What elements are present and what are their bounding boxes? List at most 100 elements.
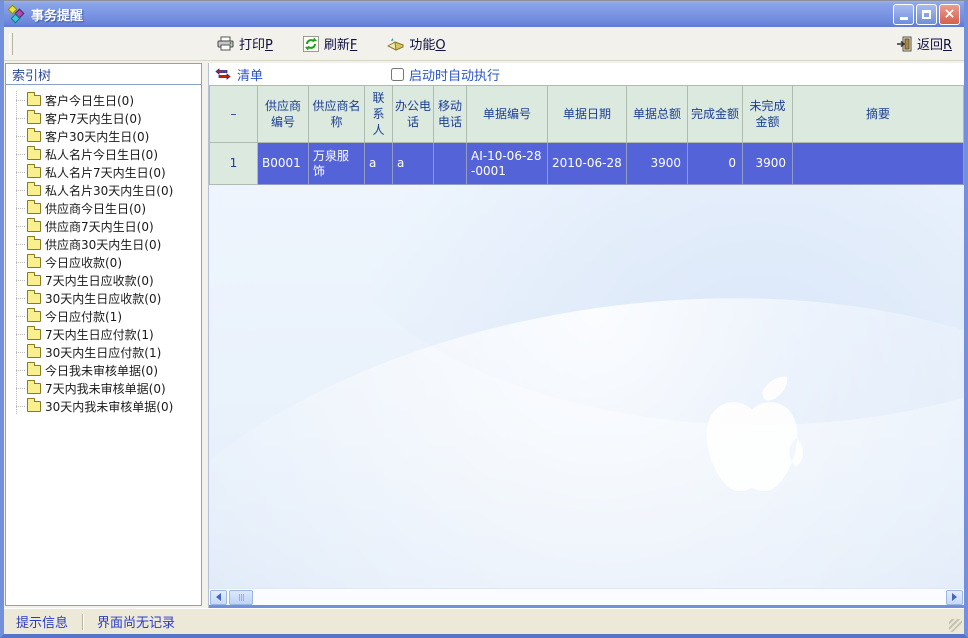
column-header-index[interactable]: – [210, 86, 258, 143]
column-header-supplier-code[interactable]: 供应商编号 [258, 86, 309, 143]
tree-item-receivable-today[interactable]: 今日应收款(0) [16, 253, 201, 271]
column-header-completed-amount[interactable]: 完成金额 [688, 86, 743, 143]
scroll-right-button[interactable] [946, 590, 963, 605]
scroll-left-button[interactable] [210, 590, 227, 605]
folder-icon [27, 239, 41, 250]
return-button[interactable]: 返回R [893, 31, 956, 56]
scrollbar-thumb[interactable] [229, 590, 253, 605]
minimize-icon [900, 17, 908, 20]
tree-item-label: 30天内生日应收款(0) [45, 290, 161, 307]
column-header-supplier-name[interactable]: 供应商名称 [309, 86, 365, 143]
table-row-selected[interactable]: 1 B0001 万泉服饰 a a AI-10-06-28-0001 2010-0… [210, 143, 964, 185]
print-button[interactable]: 打印P [213, 31, 277, 56]
tree-item-customer-today[interactable]: 客户今日生日(0) [16, 91, 201, 109]
list-label: 清单 [237, 65, 263, 84]
column-header-office-phone[interactable]: 办公电话 [393, 86, 434, 143]
folder-icon [27, 329, 41, 340]
tree-item-label: 私人名片7天内生日(0) [45, 164, 166, 181]
index-tree: 客户今日生日(0) 客户7天内生日(0) 客户30天内生日(0) 私人名片今日生… [5, 85, 202, 606]
tree-item-label: 今日应收款(0) [45, 254, 122, 271]
cell-uncompleted-amount: 3900 [743, 143, 793, 185]
list-header: 清单 启动时自动执行 [209, 63, 964, 85]
status-message: 界面尚无记录 [97, 612, 175, 631]
tree-item-payable-30d[interactable]: 30天内生日应付款(1) [16, 343, 201, 361]
toolbar: 打印P 刷新F 功能O [4, 27, 964, 61]
folder-icon [27, 131, 41, 142]
exit-door-icon [897, 36, 912, 52]
refresh-label: 刷新 [324, 38, 350, 53]
refresh-button[interactable]: 刷新F [299, 31, 362, 56]
app-icon [8, 5, 26, 23]
toolbar-gripper[interactable] [9, 33, 13, 55]
close-icon: × [944, 7, 956, 21]
tree-item-customer-7d[interactable]: 客户7天内生日(0) [16, 109, 201, 127]
tree-item-label: 今日我未审核单据(0) [45, 362, 158, 379]
main-panel: 清单 启动时自动执行 – 供应商编号 供应商名称 联系人 办公电话 [208, 63, 964, 608]
app-window: 事务提醒 × 打印P [0, 0, 968, 638]
tree-item-unaudited-today[interactable]: 今日我未审核单据(0) [16, 361, 201, 379]
tree-item-supplier-30d[interactable]: 供应商30天内生日(0) [16, 235, 201, 253]
folder-icon [27, 167, 41, 178]
tree-item-payable-7d[interactable]: 7天内生日应付款(1) [16, 325, 201, 343]
tree-item-label: 30天内生日应付款(1) [45, 344, 161, 361]
tree-item-unaudited-30d[interactable]: 30天内我未审核单据(0) [16, 397, 201, 415]
status-bar: 提示信息 界面尚无记录 [4, 608, 964, 634]
tree-item-receivable-30d[interactable]: 30天内生日应收款(0) [16, 289, 201, 307]
tree-item-contact-today[interactable]: 私人名片今日生日(0) [16, 145, 201, 163]
list-icon [215, 68, 231, 80]
print-accel: P [265, 38, 273, 53]
column-header-doc-date[interactable]: 单据日期 [548, 86, 627, 143]
tree-item-contact-7d[interactable]: 私人名片7天内生日(0) [16, 163, 201, 181]
maximize-icon [922, 10, 931, 19]
title-bar[interactable]: 事务提醒 × [4, 1, 964, 27]
folder-icon [27, 365, 41, 376]
refresh-accel: F [350, 38, 357, 53]
minimize-button[interactable] [893, 4, 914, 25]
tree-item-label: 供应商7天内生日(0) [45, 218, 154, 235]
return-label: 返回 [917, 38, 943, 53]
left-arrow-icon [216, 593, 221, 601]
tree-item-receivable-7d[interactable]: 7天内生日应收款(0) [16, 271, 201, 289]
tree-item-label: 7天内生日应收款(0) [45, 272, 154, 289]
column-header-mobile-phone[interactable]: 移动电话 [434, 86, 467, 143]
tree-item-label: 供应商30天内生日(0) [45, 236, 161, 253]
maximize-button[interactable] [916, 4, 937, 25]
tree-item-unaudited-7d[interactable]: 7天内我未审核单据(0) [16, 379, 201, 397]
cell-summary [793, 143, 964, 185]
tree-item-contact-30d[interactable]: 私人名片30天内生日(0) [16, 181, 201, 199]
cell-contact: a [365, 143, 393, 185]
tree-item-label: 私人名片30天内生日(0) [45, 182, 173, 199]
resize-grip[interactable] [949, 619, 962, 632]
folder-icon [27, 203, 41, 214]
autorun-checkbox[interactable] [391, 68, 404, 81]
column-header-contact[interactable]: 联系人 [365, 86, 393, 143]
cell-doc-date: 2010-06-28 [548, 143, 627, 185]
column-header-doc-number[interactable]: 单据编号 [467, 86, 548, 143]
content-area: 索引树 客户今日生日(0) 客户7天内生日(0) 客户30天内生日(0) 私人名… [4, 61, 964, 608]
cell-doc-number: AI-10-06-28-0001 [467, 143, 548, 185]
printer-icon [217, 36, 234, 51]
function-label: 功能 [409, 38, 435, 53]
tree-item-supplier-today[interactable]: 供应商今日生日(0) [16, 199, 201, 217]
tree-item-supplier-7d[interactable]: 供应商7天内生日(0) [16, 217, 201, 235]
column-header-summary[interactable]: 摘要 [793, 86, 964, 143]
column-header-doc-total[interactable]: 单据总额 [627, 86, 688, 143]
folder-icon [27, 221, 41, 232]
folder-icon [27, 257, 41, 268]
empty-grid-background [209, 185, 964, 588]
tree-item-customer-30d[interactable]: 客户30天内生日(0) [16, 127, 201, 145]
return-accel: R [943, 38, 952, 53]
horizontal-scrollbar[interactable] [209, 588, 964, 605]
tree-item-label: 7天内我未审核单据(0) [45, 380, 166, 397]
function-button[interactable]: 功能O [383, 31, 449, 56]
folder-icon [27, 113, 41, 124]
tree-item-payable-today[interactable]: 今日应付款(1) [16, 307, 201, 325]
autorun-option: 启动时自动执行 [391, 65, 500, 84]
tree-item-label: 客户7天内生日(0) [45, 110, 142, 127]
function-accel: O [435, 38, 445, 53]
folder-icon [27, 275, 41, 286]
folder-icon [27, 95, 41, 106]
header-row: – 供应商编号 供应商名称 联系人 办公电话 移动电话 单据编号 单据日期 单据… [210, 86, 964, 143]
close-button[interactable]: × [939, 4, 960, 25]
column-header-uncompleted-amount[interactable]: 未完成金额 [743, 86, 793, 143]
